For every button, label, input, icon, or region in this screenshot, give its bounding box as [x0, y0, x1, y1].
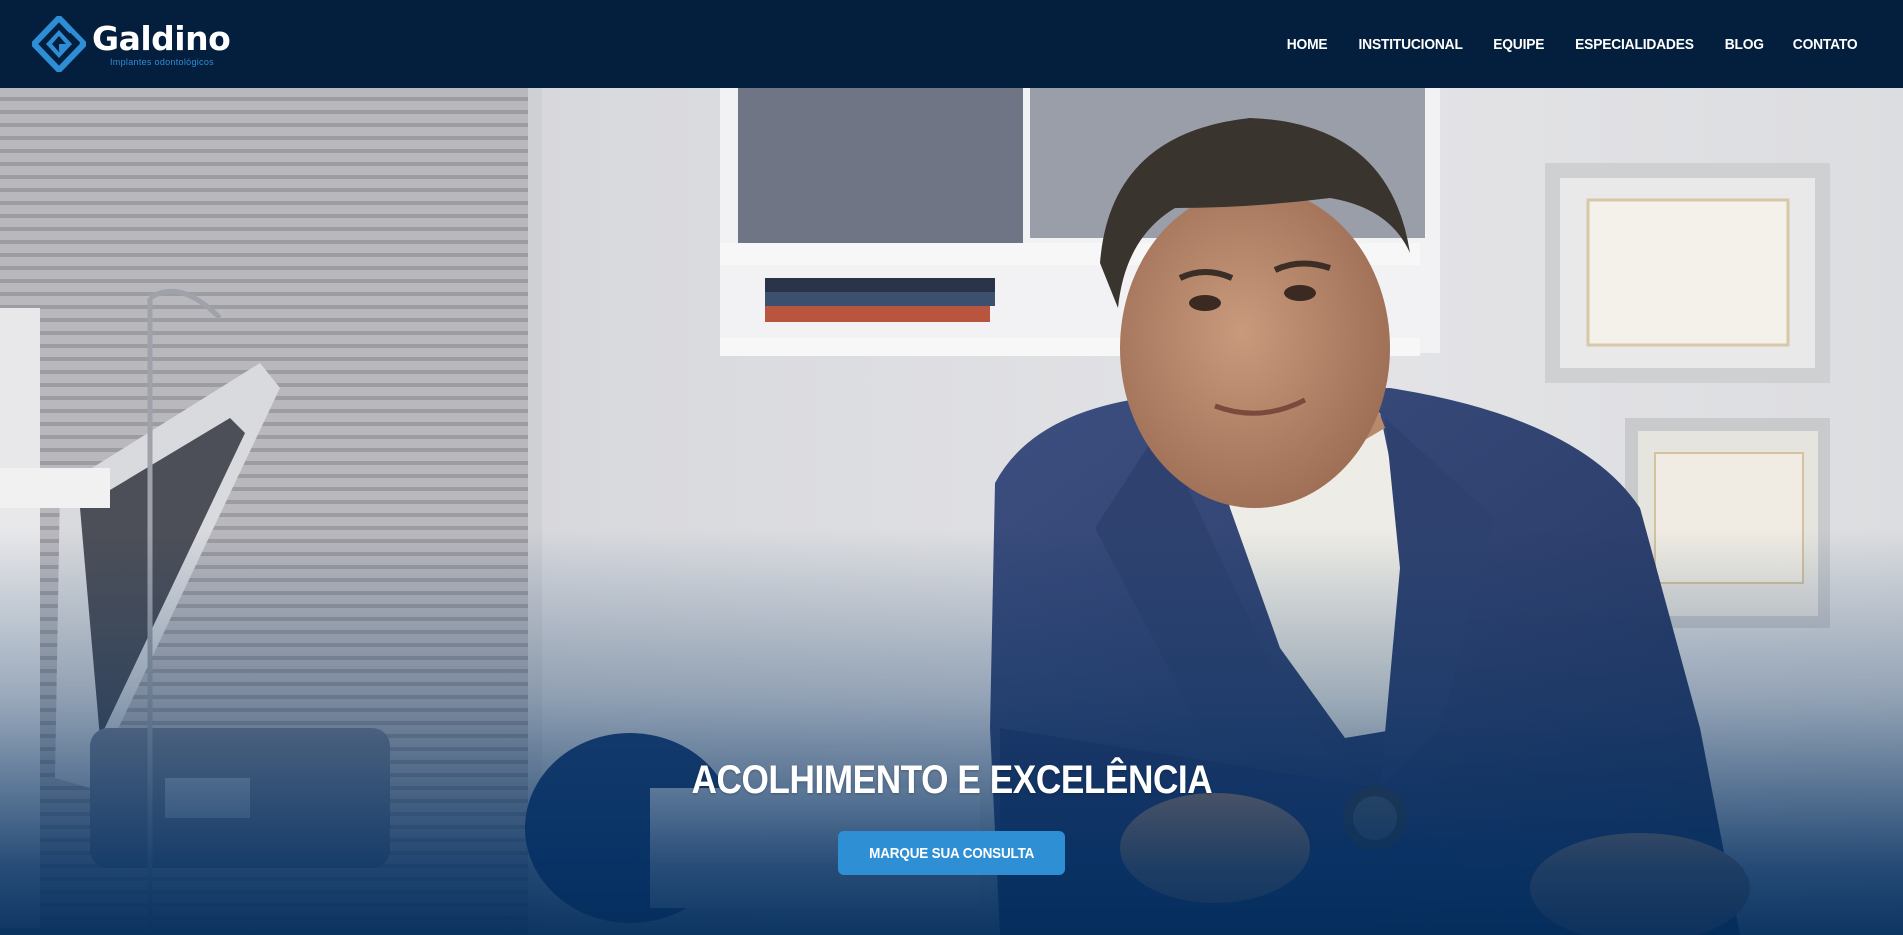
diamond-g-logo-icon	[32, 16, 86, 72]
hero-section: ACOLHIMENTO E EXCELÊNCIA MARQUE SUA CONS…	[0, 88, 1903, 935]
main-nav: HOME INSTITUCIONAL EQUIPE ESPECIALIDADES…	[1285, 36, 1860, 53]
hero-title: ACOLHIMENTO E EXCELÊNCIA	[691, 758, 1212, 802]
book-appointment-button[interactable]: MARQUE SUA CONSULTA	[837, 831, 1066, 875]
nav-especialidades[interactable]: ESPECIALIDADES	[1575, 36, 1694, 53]
book-appointment-label: MARQUE SUA CONSULTA	[868, 844, 1035, 862]
site-header: Galdino Implantes odontológicos HOME INS…	[0, 0, 1903, 88]
nav-blog[interactable]: BLOG	[1725, 36, 1764, 53]
hero-content: ACOLHIMENTO E EXCELÊNCIA MARQUE SUA CONS…	[0, 758, 1903, 875]
brand-tagline: Implantes odontológicos	[110, 56, 214, 67]
brand-logo[interactable]: Galdino Implantes odontológicos	[32, 14, 231, 74]
brand-name: Galdino	[92, 18, 231, 58]
nav-institucional[interactable]: INSTITUCIONAL	[1358, 36, 1462, 53]
nav-contato[interactable]: CONTATO	[1793, 36, 1858, 53]
nav-home[interactable]: HOME	[1287, 36, 1328, 53]
nav-equipe[interactable]: EQUIPE	[1493, 36, 1544, 53]
